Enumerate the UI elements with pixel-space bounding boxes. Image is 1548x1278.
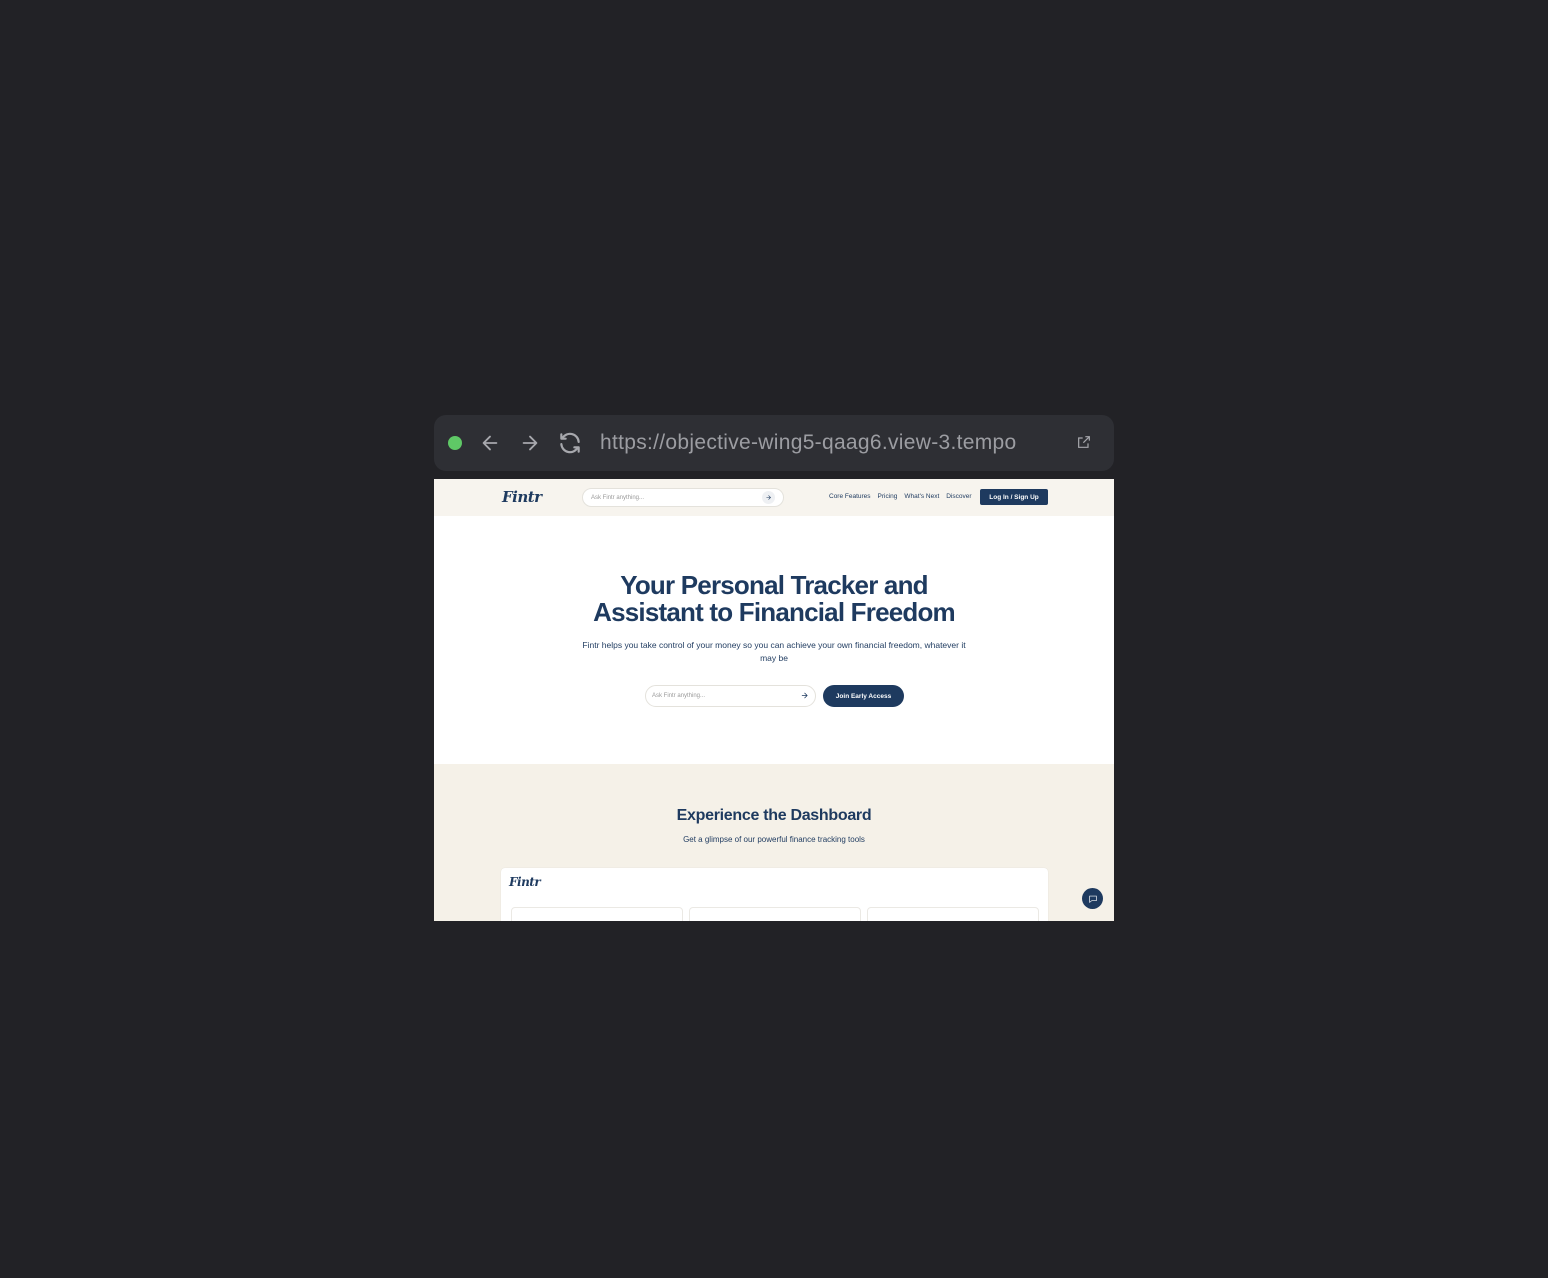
hero-search-submit[interactable]: [800, 687, 809, 705]
forward-arrow-icon: [522, 435, 538, 451]
hero-title-line2: Assistant to Financial Freedom: [593, 597, 956, 627]
arrow-right-icon: [801, 692, 808, 699]
nav-link-whats-next[interactable]: What's Next: [904, 493, 939, 500]
browser-toolbar: https://objective-wing5-qaag6.view-3.tem…: [434, 415, 1114, 471]
dashboard-brand-logo: Fintr: [509, 875, 541, 889]
nav-link-discover[interactable]: Discover: [946, 493, 971, 500]
brand-logo[interactable]: Fintr: [502, 488, 542, 506]
dashboard-section: Experience the Dashboard Get a glimpse o…: [434, 764, 1114, 921]
login-signup-button[interactable]: Log In / Sign Up: [980, 489, 1048, 505]
header-search-submit[interactable]: [762, 491, 775, 504]
forward-button[interactable]: [516, 429, 544, 457]
page-viewport: Fintr Ask Fintr anything... Core Feature…: [434, 479, 1114, 921]
site-header: Fintr Ask Fintr anything... Core Feature…: [434, 479, 1114, 516]
nav-link-pricing[interactable]: Pricing: [878, 493, 898, 500]
dashboard-subtitle: Get a glimpse of our powerful finance tr…: [683, 835, 865, 844]
dashboard-widget: [867, 907, 1039, 921]
open-external-button[interactable]: [1076, 434, 1094, 452]
chat-bubble-icon: [1088, 895, 1097, 903]
join-early-access-button[interactable]: Join Early Access: [823, 685, 904, 707]
dashboard-preview: Fintr: [501, 868, 1048, 921]
url-bar[interactable]: https://objective-wing5-qaag6.view-3.tem…: [600, 431, 1060, 455]
dashboard-widget: [689, 907, 861, 921]
nav-link-core-features[interactable]: Core Features: [829, 493, 871, 500]
dashboard-widget: [511, 907, 683, 921]
status-dot: [448, 436, 462, 450]
external-link-icon: [1078, 436, 1090, 448]
back-button[interactable]: [476, 429, 504, 457]
arrow-right-icon: [766, 495, 771, 500]
hero-title: Your Personal Tracker and Assistant to F…: [434, 572, 1114, 626]
hero-subtitle: Fintr helps you take control of your mon…: [582, 640, 966, 663]
header-search-input[interactable]: Ask Fintr anything...: [582, 488, 784, 507]
chat-button[interactable]: [1082, 888, 1103, 909]
hero-title-line1: Your Personal Tracker and: [620, 570, 928, 600]
search-placeholder: Ask Fintr anything...: [591, 494, 645, 501]
reload-button[interactable]: [556, 429, 584, 457]
hero-search-placeholder: Ask Fintr anything...: [652, 693, 706, 699]
reload-icon: [560, 432, 580, 454]
dashboard-title: Experience the Dashboard: [676, 807, 872, 824]
hero-search-input[interactable]: Ask Fintr anything...: [645, 685, 816, 707]
nav-links: Core Features Pricing What's Next Discov…: [829, 493, 972, 500]
back-arrow-icon: [482, 435, 498, 451]
